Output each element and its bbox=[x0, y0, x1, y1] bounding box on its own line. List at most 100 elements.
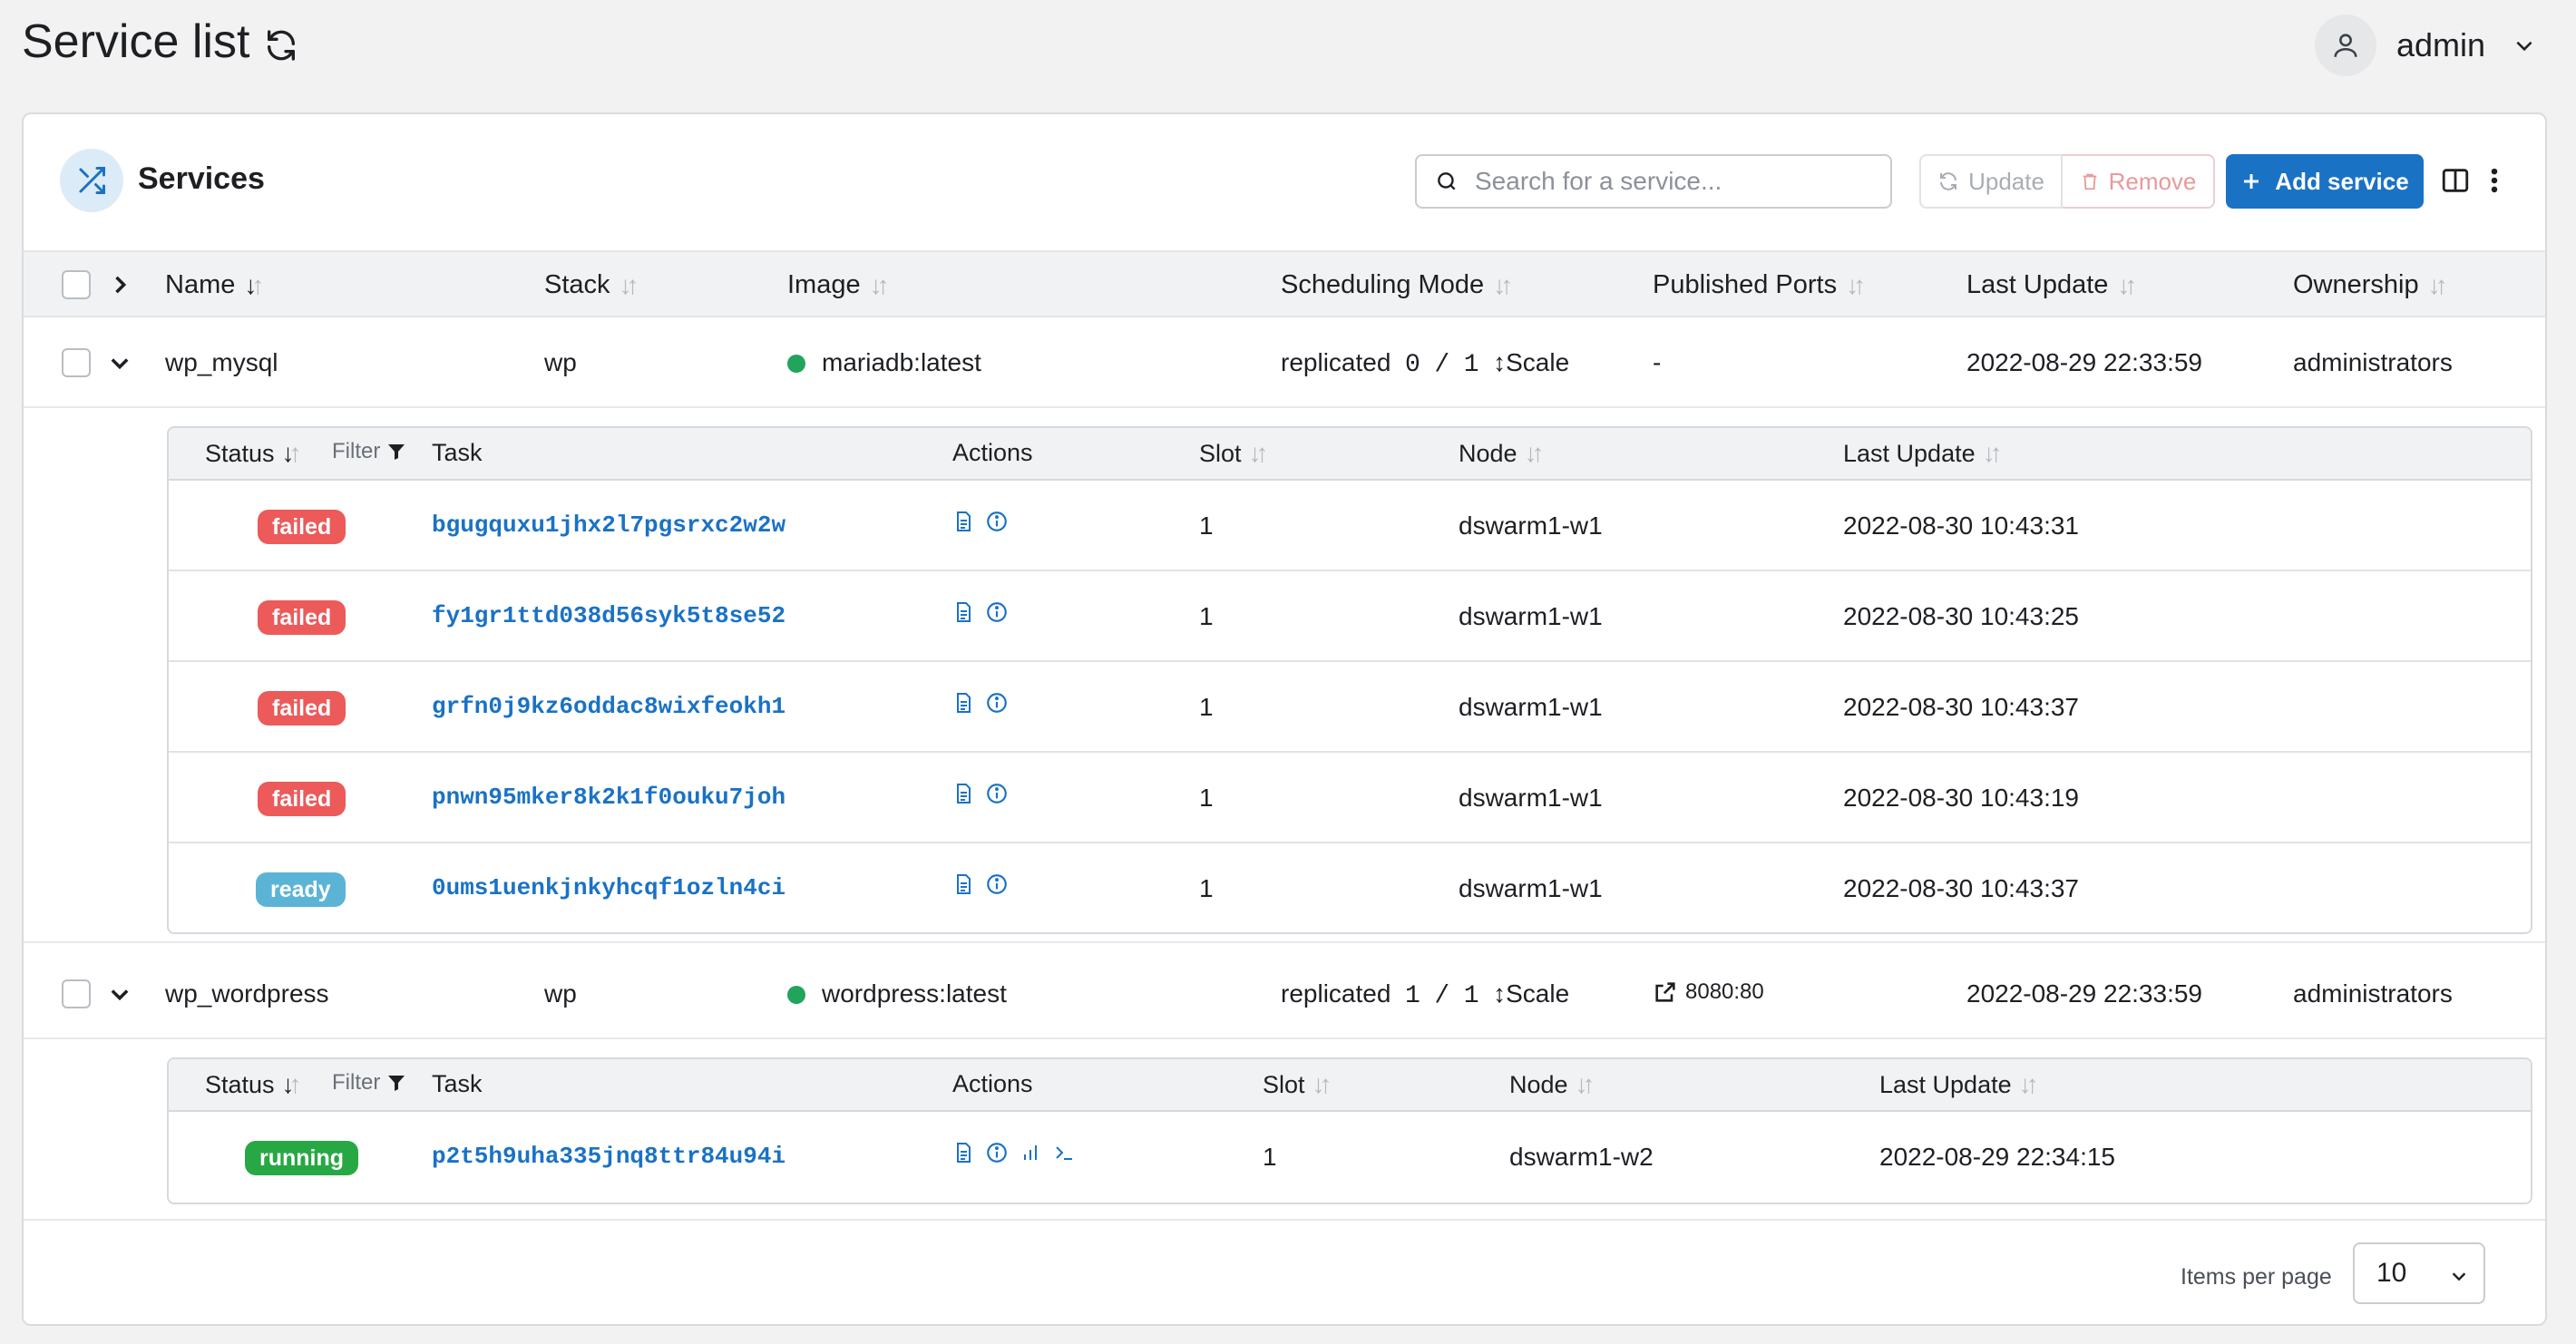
panel-header: Services Update Remove Add service bbox=[24, 114, 2545, 250]
status-filter[interactable]: Filter bbox=[332, 439, 407, 464]
search-input[interactable] bbox=[1475, 167, 1874, 196]
task-last-update: 2022-08-30 10:43:37 bbox=[1843, 874, 2079, 902]
task-row: failed grfn0j9kz6oddac8wixfeokh1 1 dswar… bbox=[169, 662, 2531, 753]
service-stack: wp bbox=[544, 348, 577, 376]
task-node: dswarm1-w1 bbox=[1459, 511, 1603, 540]
row-checkbox[interactable] bbox=[62, 979, 91, 1008]
info-icon[interactable] bbox=[985, 510, 1009, 533]
info-icon[interactable] bbox=[985, 691, 1009, 715]
shuffle-icon bbox=[60, 149, 123, 212]
sort-icon: ↓↑ bbox=[1982, 439, 2003, 467]
task-id-link[interactable]: 0ums1uenkjnkyhcqf1ozln4ci bbox=[432, 874, 785, 901]
task-column-slot[interactable]: Slot ↓↑ bbox=[1263, 1070, 1332, 1099]
info-icon[interactable] bbox=[985, 872, 1009, 896]
refresh-icon[interactable] bbox=[263, 27, 299, 63]
service-image: mariadb:latest bbox=[787, 348, 981, 377]
tasks-table-wp-mysql: Status ↓↑ Filter Task Actions Slot ↓↑ Node… bbox=[167, 426, 2532, 934]
chevron-down-icon bbox=[2516, 41, 2532, 52]
logs-icon[interactable] bbox=[952, 691, 974, 715]
status-badge: ready bbox=[256, 872, 346, 907]
task-id-link[interactable]: grfn0j9kz6oddac8wixfeokh1 bbox=[432, 693, 785, 720]
task-node: dswarm1-w2 bbox=[1509, 1143, 1654, 1171]
select-all-checkbox[interactable] bbox=[62, 270, 91, 299]
search-box bbox=[1415, 154, 1892, 209]
sort-icon: ↓↑ bbox=[1248, 439, 1269, 467]
info-icon[interactable] bbox=[985, 600, 1009, 624]
panel-title: Services bbox=[138, 161, 265, 196]
service-name[interactable]: wp_mysql bbox=[165, 348, 278, 377]
sort-icon: ↓↑ bbox=[1846, 270, 1866, 299]
column-last-update[interactable]: Last Update ↓↑ bbox=[1966, 270, 2137, 300]
task-column-node[interactable]: Node ↓↑ bbox=[1459, 439, 1545, 468]
columns-icon[interactable] bbox=[2440, 165, 2471, 196]
chevron-down-icon[interactable] bbox=[107, 981, 132, 1007]
sort-icon: ↓↑ bbox=[619, 270, 639, 299]
page-title: Service list bbox=[22, 15, 250, 68]
logs-icon[interactable] bbox=[952, 600, 974, 624]
status-dot bbox=[787, 355, 805, 373]
more-options-icon[interactable] bbox=[2483, 165, 2505, 196]
top-bar: Service list admin bbox=[0, 0, 2576, 91]
status-dot bbox=[787, 986, 805, 1004]
chevron-down-icon[interactable] bbox=[107, 350, 132, 375]
task-slot: 1 bbox=[1199, 874, 1214, 902]
sort-icon: ↓↑ bbox=[1524, 439, 1545, 467]
logs-icon[interactable] bbox=[952, 782, 974, 805]
column-stack[interactable]: Stack ↓↑ bbox=[544, 270, 639, 300]
task-column-node[interactable]: Node ↓↑ bbox=[1509, 1070, 1595, 1099]
task-column-last-update[interactable]: Last Update ↓↑ bbox=[1843, 439, 2003, 468]
logs-icon[interactable] bbox=[952, 1141, 974, 1164]
info-icon[interactable] bbox=[985, 782, 1009, 805]
task-node: dswarm1-w1 bbox=[1459, 602, 1603, 630]
chevron-right-icon[interactable] bbox=[107, 272, 132, 297]
task-id-link[interactable]: p2t5h9uha335jnq8ttr84u94i bbox=[432, 1143, 785, 1170]
task-node: dswarm1-w1 bbox=[1459, 693, 1603, 721]
row-checkbox[interactable] bbox=[62, 348, 91, 377]
sort-icon: ↓↑ bbox=[869, 270, 890, 299]
username: admin bbox=[2395, 26, 2485, 63]
tasks-table-wp-wordpress: Status ↓↑ Filter Task Actions Slot ↓↑ Node… bbox=[167, 1057, 2532, 1204]
remove-button[interactable]: Remove bbox=[2063, 154, 2215, 209]
items-per-page-label: Items per page bbox=[2181, 1264, 2332, 1290]
task-last-update: 2022-08-29 22:34:15 bbox=[1879, 1143, 2115, 1171]
task-last-update: 2022-08-30 10:43:37 bbox=[1843, 693, 2079, 721]
scale-button[interactable]: ↕Scale bbox=[1486, 979, 1569, 1008]
column-image[interactable]: Image ↓↑ bbox=[787, 270, 890, 300]
user-menu[interactable]: admin bbox=[2314, 13, 2536, 78]
task-slot: 1 bbox=[1199, 784, 1214, 812]
task-column-slot[interactable]: Slot ↓↑ bbox=[1199, 439, 1269, 468]
task-slot: 1 bbox=[1263, 1143, 1277, 1171]
logs-icon[interactable] bbox=[952, 872, 974, 896]
items-per-page-select[interactable]: 10 bbox=[2353, 1242, 2485, 1304]
table-row-wp-wordpress: wp_wordpress wp wordpress:latest replica… bbox=[24, 949, 2545, 1039]
task-column-status[interactable]: Status ↓↑ bbox=[205, 439, 302, 468]
column-name[interactable]: Name ↓↑ bbox=[165, 270, 264, 300]
scale-button[interactable]: ↕Scale bbox=[1486, 348, 1569, 376]
table-footer: Items per page 10 bbox=[24, 1219, 2545, 1324]
task-id-link[interactable]: bgugquxu1jhx2l7pgsrxc2w2w bbox=[432, 511, 785, 539]
add-service-button[interactable]: Add service bbox=[2226, 154, 2424, 209]
console-icon[interactable] bbox=[1052, 1142, 1076, 1164]
task-slot: 1 bbox=[1199, 602, 1214, 630]
task-column-actions: Actions bbox=[952, 439, 1033, 466]
column-published-ports[interactable]: Published Ports ↓↑ bbox=[1653, 270, 1866, 300]
task-column-status[interactable]: Status ↓↑ bbox=[205, 1070, 302, 1099]
stats-icon[interactable] bbox=[1020, 1142, 1041, 1164]
sort-icon: ↓↑ bbox=[2018, 1070, 2039, 1098]
update-button[interactable]: Update bbox=[1919, 154, 2063, 209]
task-column-last-update[interactable]: Last Update ↓↑ bbox=[1879, 1070, 2039, 1099]
task-id-link[interactable]: pnwn95mker8k2k1f0ouku7joh bbox=[432, 784, 785, 811]
tasks-table-header: Status ↓↑ Filter Task Actions Slot ↓↑ Node… bbox=[169, 428, 2531, 481]
task-row: ready 0ums1uenkjnkyhcqf1ozln4ci 1 dswarm… bbox=[169, 843, 2531, 932]
column-ownership[interactable]: Ownership ↓↑ bbox=[2293, 270, 2448, 300]
status-badge: failed bbox=[258, 691, 346, 726]
service-name[interactable]: wp_wordpress bbox=[165, 979, 329, 1008]
column-scheduling-mode[interactable]: Scheduling Mode ↓↑ bbox=[1281, 270, 1513, 300]
published-port-link[interactable]: 8080:80 bbox=[1653, 979, 1764, 1005]
status-badge: failed bbox=[258, 782, 346, 816]
task-id-link[interactable]: fy1gr1ttd038d56syk5t8se52 bbox=[432, 602, 785, 629]
status-filter[interactable]: Filter bbox=[332, 1070, 407, 1096]
info-icon[interactable] bbox=[985, 1141, 1009, 1164]
logs-icon[interactable] bbox=[952, 510, 974, 533]
status-badge: failed bbox=[258, 600, 346, 635]
